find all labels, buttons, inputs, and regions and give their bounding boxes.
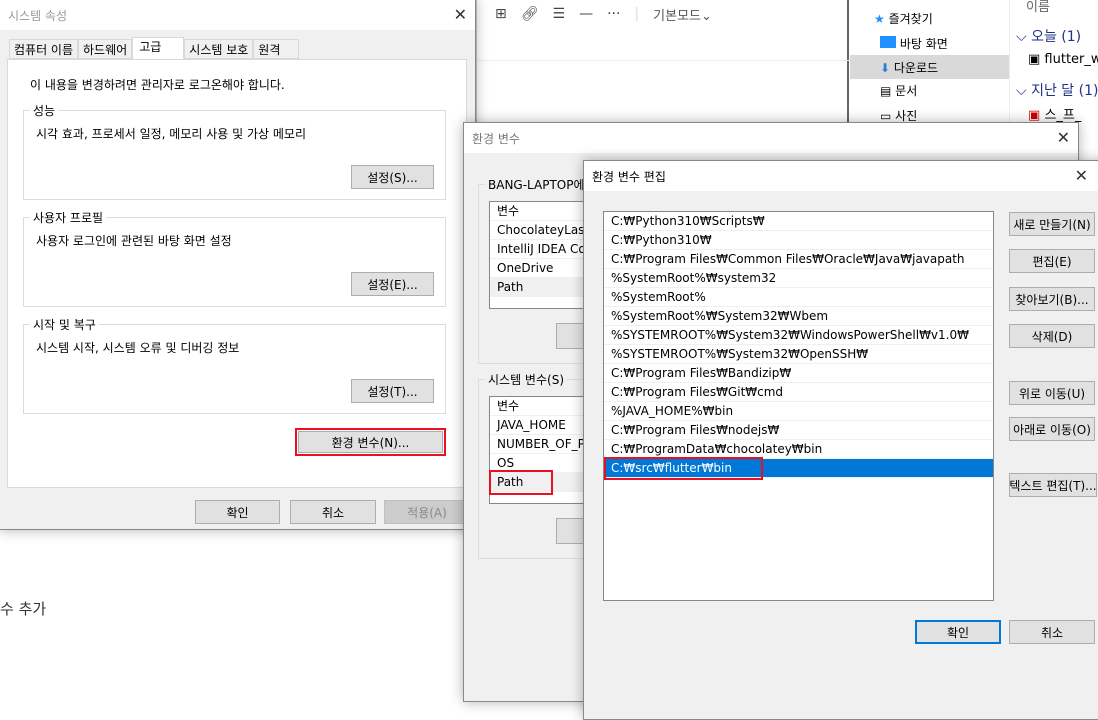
cancel-button[interactable]: 취소 [1009,620,1095,644]
performance-group: 성능 시각 효과, 프로세서 일정, 메모리 사용 및 가상 메모리 설정(S)… [23,102,446,200]
ok-button[interactable]: 확인 [915,620,1001,644]
close-icon[interactable]: ✕ [454,5,467,24]
sidebar-item-documents[interactable]: ▤ 문서 [880,82,917,99]
path-entry[interactable]: C:₩Program Files₩Bandizip₩ [604,364,993,383]
group-today[interactable]: ⌵ 오늘 (1) [1016,26,1081,46]
tab-panel: 이 내용을 변경하려면 관리자로 로그온해야 합니다. 성능 시각 효과, 프로… [7,59,467,488]
tab-bar: 컴퓨터 이름 하드웨어 고급 시스템 보호 원격 [9,37,300,59]
user-profile-settings-button[interactable]: 설정(E)... [351,272,434,296]
move-up-button[interactable]: 위로 이동(U) [1009,381,1095,405]
ok-button[interactable]: 확인 [195,500,280,524]
path-entry[interactable]: %SystemRoot%₩system32 [604,269,993,288]
sidebar-item-downloads[interactable]: ⬇ 다운로드 [850,55,1009,79]
path-entry[interactable]: C:₩Python310₩ [604,231,993,250]
cancel-button[interactable]: 취소 [290,500,376,524]
delete-button[interactable]: 삭제(D) [1009,324,1095,348]
group-last-month[interactable]: ⌵ 지난 달 (1) [1016,80,1098,100]
list-icon[interactable]: ☰ [553,6,566,22]
edit-environment-variable-dialog: 환경 변수 편집 ✕ C:₩Python310₩Scripts₩ C:₩Python… [583,160,1098,720]
column-header[interactable]: 이름 [1026,0,1050,15]
startup-recovery-group: 시작 및 복구 시스템 시작, 시스템 오류 및 디버깅 정보 설정(T)... [23,316,446,414]
move-down-button[interactable]: 아래로 이동(O) [1009,417,1095,441]
startup-settings-button[interactable]: 설정(T)... [351,379,434,403]
path-entry[interactable]: C:₩src₩flutter₩bin [604,457,993,480]
picture-icon: ▭ [880,109,892,123]
doc-text: 수 추가 [0,600,47,618]
path-entries-list[interactable]: C:₩Python310₩Scripts₩ C:₩Python310₩ C:₩Pro… [603,211,994,601]
tab-remote[interactable]: 원격 [253,39,300,59]
tab-computer-name[interactable]: 컴퓨터 이름 [9,39,79,59]
table-icon[interactable]: ⊞ [495,6,507,22]
user-profile-group: 사용자 프로필 사용자 로그인에 관련된 바탕 화면 설정 설정(E)... [23,209,446,307]
link-icon[interactable]: 🔗︎ [521,6,539,22]
download-icon: ⬇ [880,61,891,75]
dialog-title: 환경 변수 [472,131,520,146]
environment-variables-button[interactable]: 환경 변수(N)... [295,428,446,456]
close-icon[interactable]: ✕ [1075,166,1088,185]
desktop-icon [880,36,896,48]
path-entry[interactable]: %SystemRoot% [604,288,993,307]
path-entry[interactable]: C:₩Python310₩Scripts₩ [604,212,993,231]
apply-button[interactable]: 적용(A) [384,500,470,524]
path-entry[interactable]: %SystemRoot%₩System32₩Wbem [604,307,993,326]
tab-advanced[interactable]: 고급 [132,37,185,59]
path-entry[interactable]: %SYSTEMROOT%₩System32₩WindowsPowerShell₩… [604,326,993,345]
admin-note: 이 내용을 변경하려면 관리자로 로그온해야 합니다. [30,78,285,92]
file-item[interactable]: ▣ 스_프_ [1028,104,1081,123]
edit-text-button[interactable]: 텍스트 편집(T)... [1009,473,1097,497]
path-entry[interactable]: %JAVA_HOME%₩bin [604,402,993,421]
path-entry[interactable]: C:₩Program Files₩Git₩cmd [604,383,993,402]
star-icon: ★ [874,12,885,26]
tab-hardware[interactable]: 하드웨어 [78,39,133,59]
horizontal-rule-icon[interactable]: — [579,6,593,22]
mode-dropdown[interactable]: 기본모드⌄ [653,5,712,24]
performance-settings-button[interactable]: 설정(S)... [351,165,434,189]
new-button[interactable]: 새로 만들기(N) [1009,212,1095,236]
path-entry[interactable]: %SYSTEMROOT%₩System32₩OpenSSH₩ [604,345,993,364]
dialog-title: 환경 변수 편집 [592,169,666,184]
dialog-title: 시스템 속성 [8,8,68,23]
tab-system-protection[interactable]: 시스템 보호 [184,39,254,59]
close-icon[interactable]: ✕ [1057,128,1070,147]
explorer-files: 이름 ⌵ 오늘 (1) ▣ flutter_wi ⌵ 지난 달 (1) ▣ 스_… [1009,0,1098,123]
system-properties-dialog: 시스템 속성 ✕ 컴퓨터 이름 하드웨어 고급 시스템 보호 원격 이 내용을 변… [0,0,476,530]
path-entry[interactable]: C:₩ProgramData₩chocolatey₩bin [604,440,993,459]
sidebar-item-desktop[interactable]: 바탕 화면 [880,35,948,52]
file-item[interactable]: ▣ flutter_wi [1028,52,1098,67]
sidebar-item-favorites[interactable]: ★ 즐겨찾기 [874,10,933,27]
document-icon: ▤ [880,84,892,98]
edit-button[interactable]: 편집(E) [1009,249,1095,273]
explorer-nav: ★ 즐겨찾기 바탕 화면 ⬇ 다운로드 ▤ 문서 ▭ 사진 [850,0,1009,123]
path-entry[interactable]: C:₩Program Files₩Common Files₩Oracle₩Jav… [604,250,993,269]
editor-toolbar: ⊞ 🔗︎ ☰ — ··· | 기본모드⌄ [495,5,712,24]
more-icon[interactable]: ··· [607,6,620,22]
browse-button[interactable]: 찾아보기(B)... [1009,287,1095,311]
path-entry[interactable]: C:₩Program Files₩nodejs₩ [604,421,993,440]
